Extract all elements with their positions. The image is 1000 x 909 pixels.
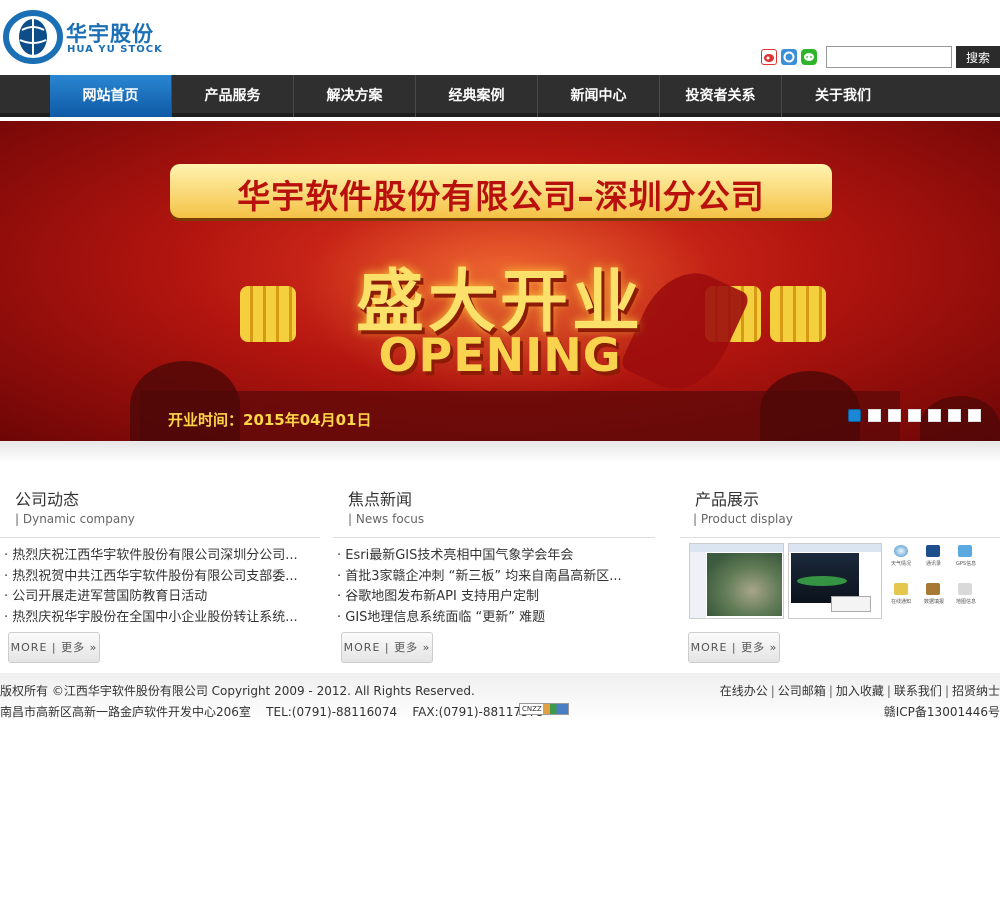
footer-link-contact[interactable]: 联系我们 [894, 684, 942, 698]
night-toolbar [789, 544, 881, 552]
footer-links: 在线办公 | 公司邮箱 | 加入收藏 | 联系我们 | 招贤纳士 [720, 682, 1000, 699]
list-item[interactable]: · 热烈祝贺中共江西华宇软件股份有限公司支部委... [4, 567, 300, 588]
nav-item-products[interactable]: 产品服务 [172, 75, 294, 117]
map-info-icon[interactable] [958, 583, 972, 595]
more-button[interactable]: MORE | 更多 » [688, 632, 780, 663]
footer: 版权所有 ©江西华宇软件股份有限公司 Copyright 2009 - 2012… [0, 673, 1000, 723]
list-item[interactable]: · 热烈庆祝华宇股份在全国中小企业股份转让系统... [4, 608, 300, 629]
wechat-share-icon[interactable] [801, 49, 817, 65]
banner-coins [240, 286, 296, 342]
banner-slideshow[interactable]: 华宇软件股份有限公司–深圳分公司 盛大开业 OPENING 开业时间：2015年… [0, 121, 1000, 441]
separator: | [944, 684, 949, 698]
map-sidebar [690, 552, 706, 618]
list-item[interactable]: · 首批3家赣企冲刺 “新三板” 均来自南昌高新区... [337, 567, 637, 588]
banner-shadow [0, 441, 1000, 463]
list-item[interactable]: · Esri最新GIS技术亮相中国气象学会年会 [337, 546, 637, 567]
separator: | [770, 684, 775, 698]
map-toolbar [690, 544, 783, 552]
banner-title: 华宇软件股份有限公司–深圳分公司 [237, 177, 765, 216]
footer-link-jobs[interactable]: 招贤纳士 [952, 684, 1000, 698]
nav-item-investors[interactable]: 投资者关系 [660, 75, 782, 117]
banner-date: 开业时间：2015年04月01日 [168, 411, 372, 429]
header: 华宇股份 HUA YU STOCK 搜索 [0, 0, 1000, 75]
main-nav: 网站首页 产品服务 解决方案 经典案例 新闻中心 投资者关系 关于我们 [0, 75, 1000, 117]
banner-headline-en: OPENING [378, 328, 622, 382]
separator: | [886, 684, 891, 698]
icon-label: 天气情况 [891, 561, 912, 567]
globe-logo-icon [3, 10, 63, 64]
slide-dot[interactable] [968, 409, 981, 422]
nav-item-cases[interactable]: 经典案例 [416, 75, 538, 117]
list-item[interactable]: · 热烈庆祝江西华宇软件股份有限公司深圳分公司... [4, 546, 300, 567]
product-display-section: 产品展示 | Product display 天气情况 通讯录 GPS信息 在线… [680, 486, 1000, 666]
nav-item-solutions[interactable]: 解决方案 [294, 75, 416, 117]
more-button[interactable]: MORE | 更多 » [341, 632, 433, 663]
slide-dot[interactable] [868, 409, 881, 422]
nav-item-home[interactable]: 网站首页 [50, 75, 172, 117]
list-item[interactable]: · 公司开展走进军营国防教育日活动 [4, 587, 300, 608]
icon-label: 数据填报 [924, 599, 945, 605]
icon-label: 通讯录 [926, 561, 942, 567]
focus-news-section: 焦点新闻 | News focus · Esri最新GIS技术亮相中国气象学会年… [333, 486, 655, 666]
banner-coins [770, 286, 826, 342]
feature-icons-grid: 天气情况 通讯录 GPS信息 在线通知 数据填报 地图信息 [886, 543, 1000, 619]
footer-link-mail[interactable]: 公司邮箱 [778, 684, 826, 698]
news-list: · Esri最新GIS技术亮相中国气象学会年会 · 首批3家赣企冲刺 “新三板”… [337, 546, 637, 628]
copyright-text: 版权所有 ©江西华宇软件股份有限公司 Copyright 2009 - 2012… [0, 684, 475, 698]
section-subtitle: | News focus [348, 512, 425, 526]
icp-text[interactable]: 赣ICP备13001446号 [884, 703, 1000, 720]
section-title: 焦点新闻 [348, 490, 413, 509]
logo-text-en: HUA YU STOCK [67, 44, 163, 55]
section-divider [680, 537, 1000, 538]
news-list: · 热烈庆祝江西华宇软件股份有限公司深圳分公司... · 热烈祝贺中共江西华宇软… [4, 546, 300, 628]
footer-link-office[interactable]: 在线办公 [720, 684, 768, 698]
slide-dot[interactable] [928, 409, 941, 422]
nav-item-news[interactable]: 新闻中心 [538, 75, 660, 117]
icon-label: GPS信息 [956, 561, 977, 567]
slide-indicators [848, 409, 981, 422]
dialog-box [831, 596, 871, 612]
search-button[interactable]: 搜索 [956, 46, 1000, 68]
slide-dot[interactable] [948, 409, 961, 422]
list-item[interactable]: · GIS地理信息系统面临 “更新” 难题 [337, 608, 637, 629]
section-divider [0, 537, 320, 538]
icon-label: 在线通知 [891, 599, 912, 605]
nav-item-about[interactable]: 关于我们 [782, 75, 904, 117]
gps-icon[interactable] [958, 545, 972, 557]
product-thumbnail-night[interactable] [788, 543, 882, 619]
section-title: 产品展示 [695, 490, 760, 509]
section-subtitle: | Dynamic company [15, 512, 135, 526]
notice-mail-icon[interactable] [894, 583, 908, 595]
section-subtitle: | Product display [693, 512, 793, 526]
qq-share-icon[interactable] [781, 49, 797, 65]
section-divider [333, 537, 655, 538]
section-title: 公司动态 [15, 490, 80, 509]
more-button[interactable]: MORE | 更多 » [8, 632, 100, 663]
company-news-section: 公司动态 | Dynamic company · 热烈庆祝江西华宇软件股份有限公… [0, 486, 320, 666]
logo[interactable]: 华宇股份 HUA YU STOCK [2, 6, 172, 66]
cnzz-stats-badge[interactable]: CNZZ [519, 703, 569, 715]
address-text: 南昌市高新区高新一路金庐软件开发中心206室 TEL:(0791)-881160… [0, 705, 544, 719]
list-item[interactable]: · 谷歌地图发布新API 支持用户定制 [337, 587, 637, 608]
data-report-icon[interactable] [926, 583, 940, 595]
search-input[interactable] [826, 46, 952, 68]
banner-tree [760, 371, 860, 441]
footer-link-favorite[interactable]: 加入收藏 [836, 684, 884, 698]
weather-icon[interactable] [894, 545, 908, 557]
separator: | [828, 684, 833, 698]
icon-label: 地图信息 [956, 599, 977, 605]
weibo-share-icon[interactable] [761, 49, 777, 65]
slide-dot[interactable] [908, 409, 921, 422]
contacts-icon[interactable] [926, 545, 940, 557]
slide-dot[interactable] [848, 409, 861, 422]
slide-dot[interactable] [888, 409, 901, 422]
satellite-map-image [707, 553, 782, 616]
product-thumbnail-map[interactable] [689, 543, 784, 619]
night-map-glow [797, 576, 847, 586]
